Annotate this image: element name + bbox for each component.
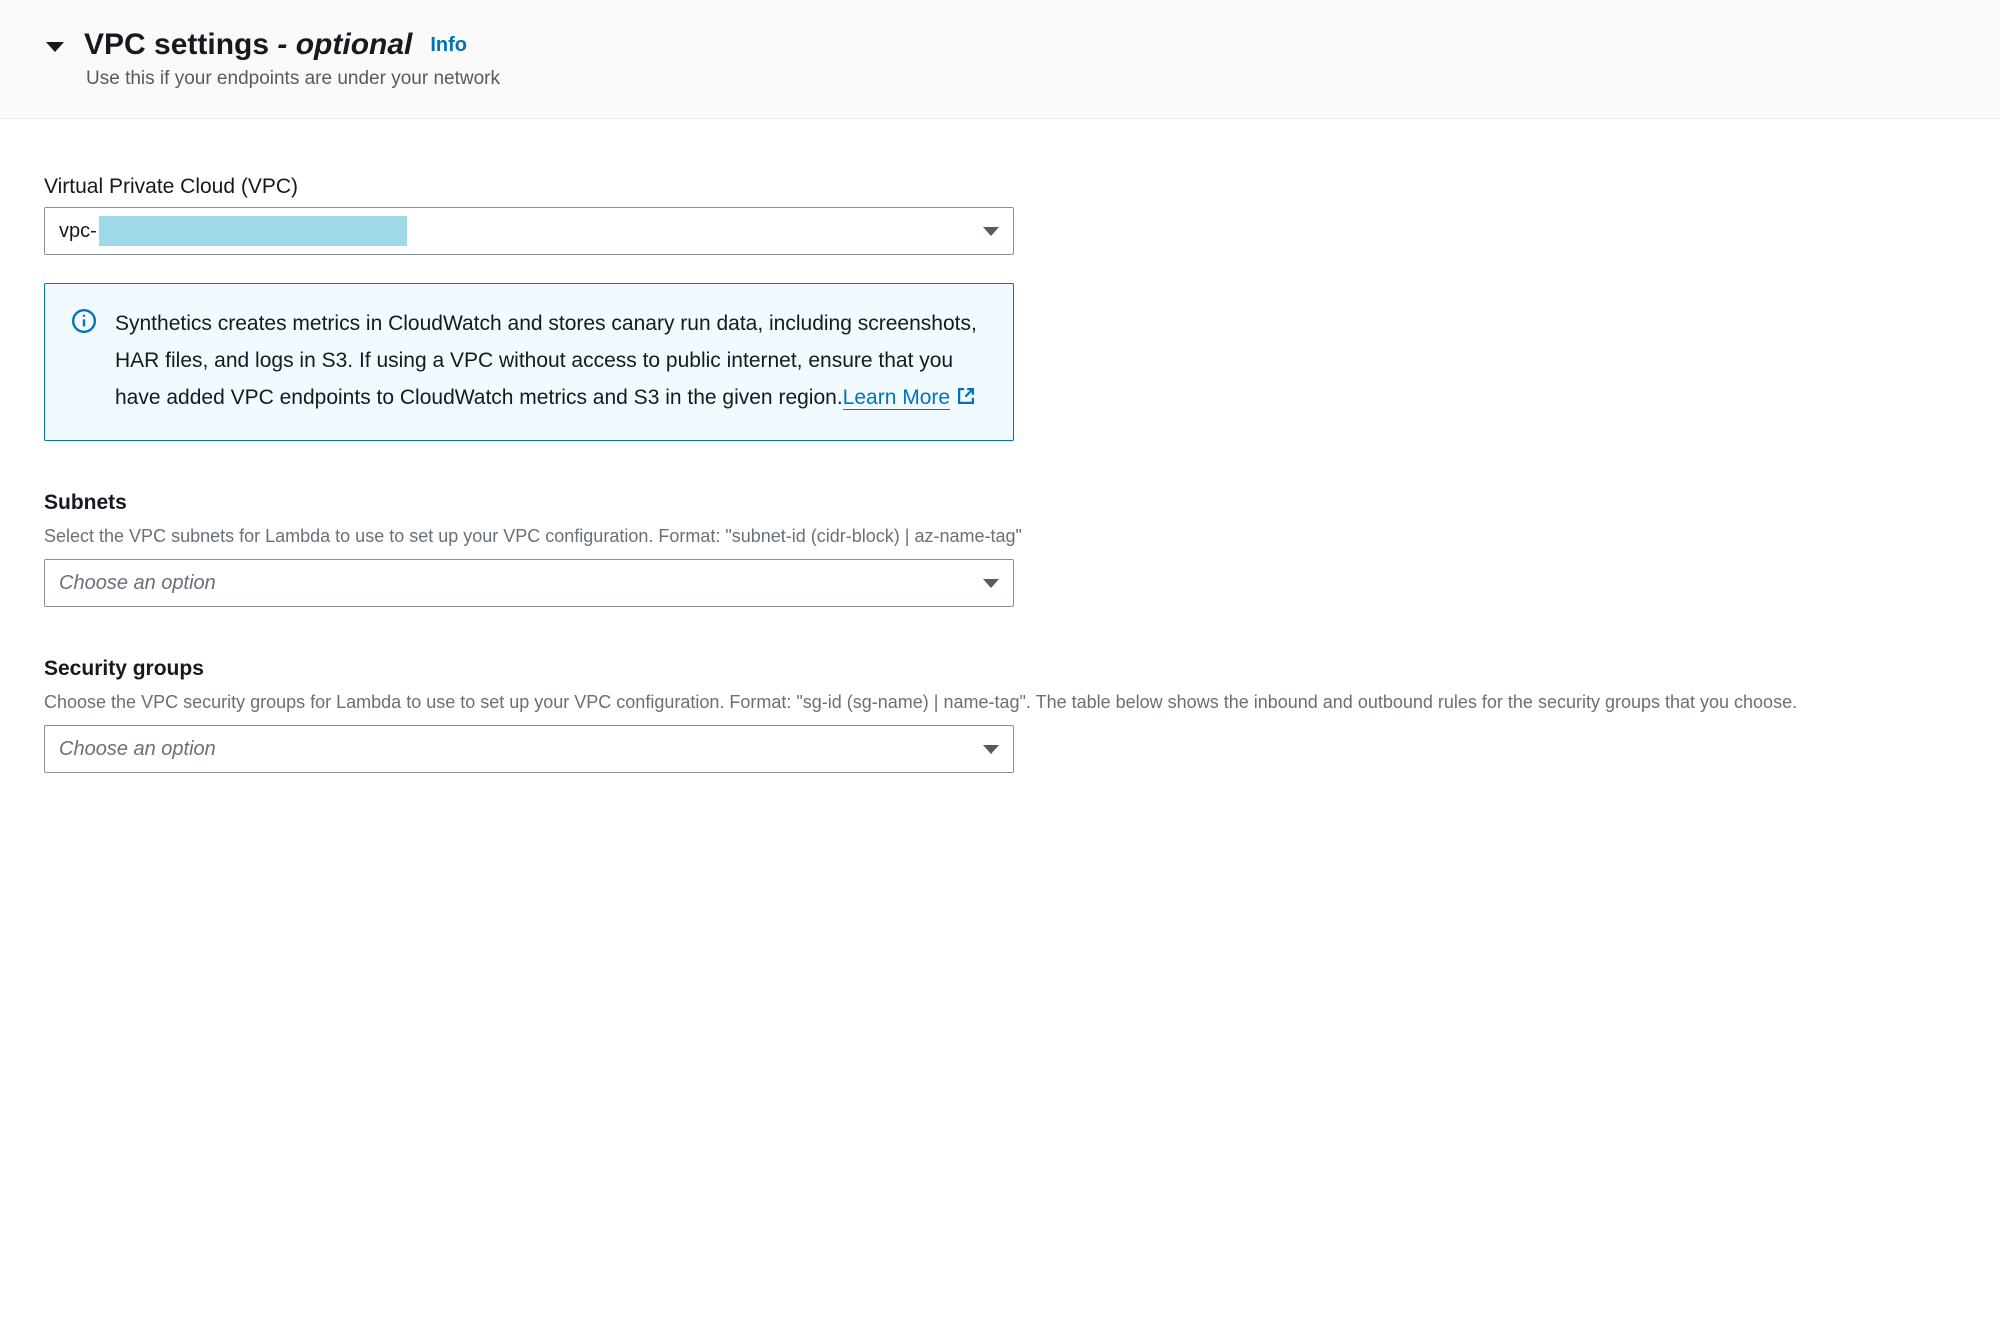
section-title-main: VPC settings [84, 28, 269, 61]
section-title: VPC settings - optional [84, 28, 412, 62]
content: Virtual Private Cloud (VPC) vpc- Synthet… [0, 119, 2000, 813]
subnets-placeholder: Choose an option [59, 572, 216, 595]
security-groups-placeholder: Choose an option [59, 738, 216, 761]
subnets-field: Subnets Select the VPC subnets for Lambd… [44, 491, 1956, 607]
alert-text: Synthetics creates metrics in CloudWatch… [115, 306, 987, 418]
security-groups-description: Choose the VPC security groups for Lambd… [44, 689, 1956, 715]
subnets-label: Subnets [44, 491, 1956, 515]
collapse-caret-icon[interactable] [46, 42, 64, 52]
subnets-select[interactable]: Choose an option [44, 559, 1014, 607]
redacted-vpc-id [99, 216, 407, 246]
info-link[interactable]: Info [430, 34, 467, 57]
chevron-down-icon [983, 227, 999, 236]
vpc-label: Virtual Private Cloud (VPC) [44, 175, 1956, 199]
security-groups-select[interactable]: Choose an option [44, 725, 1014, 773]
vpc-select-value: vpc- [59, 216, 407, 246]
security-groups-label: Security groups [44, 657, 1956, 681]
learn-more-link[interactable]: Learn More [843, 386, 950, 410]
section-subtitle: Use this if your endpoints are under you… [86, 68, 1954, 90]
vpc-value-prefix: vpc- [59, 220, 97, 243]
subnets-description: Select the VPC subnets for Lambda to use… [44, 523, 1956, 549]
security-groups-field: Security groups Choose the VPC security … [44, 657, 1956, 773]
chevron-down-icon [983, 579, 999, 588]
vpc-select[interactable]: vpc- [44, 207, 1014, 255]
external-link-icon [956, 382, 976, 419]
section-title-row[interactable]: VPC settings - optional Info [46, 28, 1954, 62]
vpc-info-alert: Synthetics creates metrics in CloudWatch… [44, 283, 1014, 441]
chevron-down-icon [983, 745, 999, 754]
section-title-optional: - optional [277, 28, 412, 61]
info-icon [71, 308, 97, 334]
section-header: VPC settings - optional Info Use this if… [0, 0, 2000, 119]
vpc-field: Virtual Private Cloud (VPC) vpc- [44, 175, 1956, 255]
